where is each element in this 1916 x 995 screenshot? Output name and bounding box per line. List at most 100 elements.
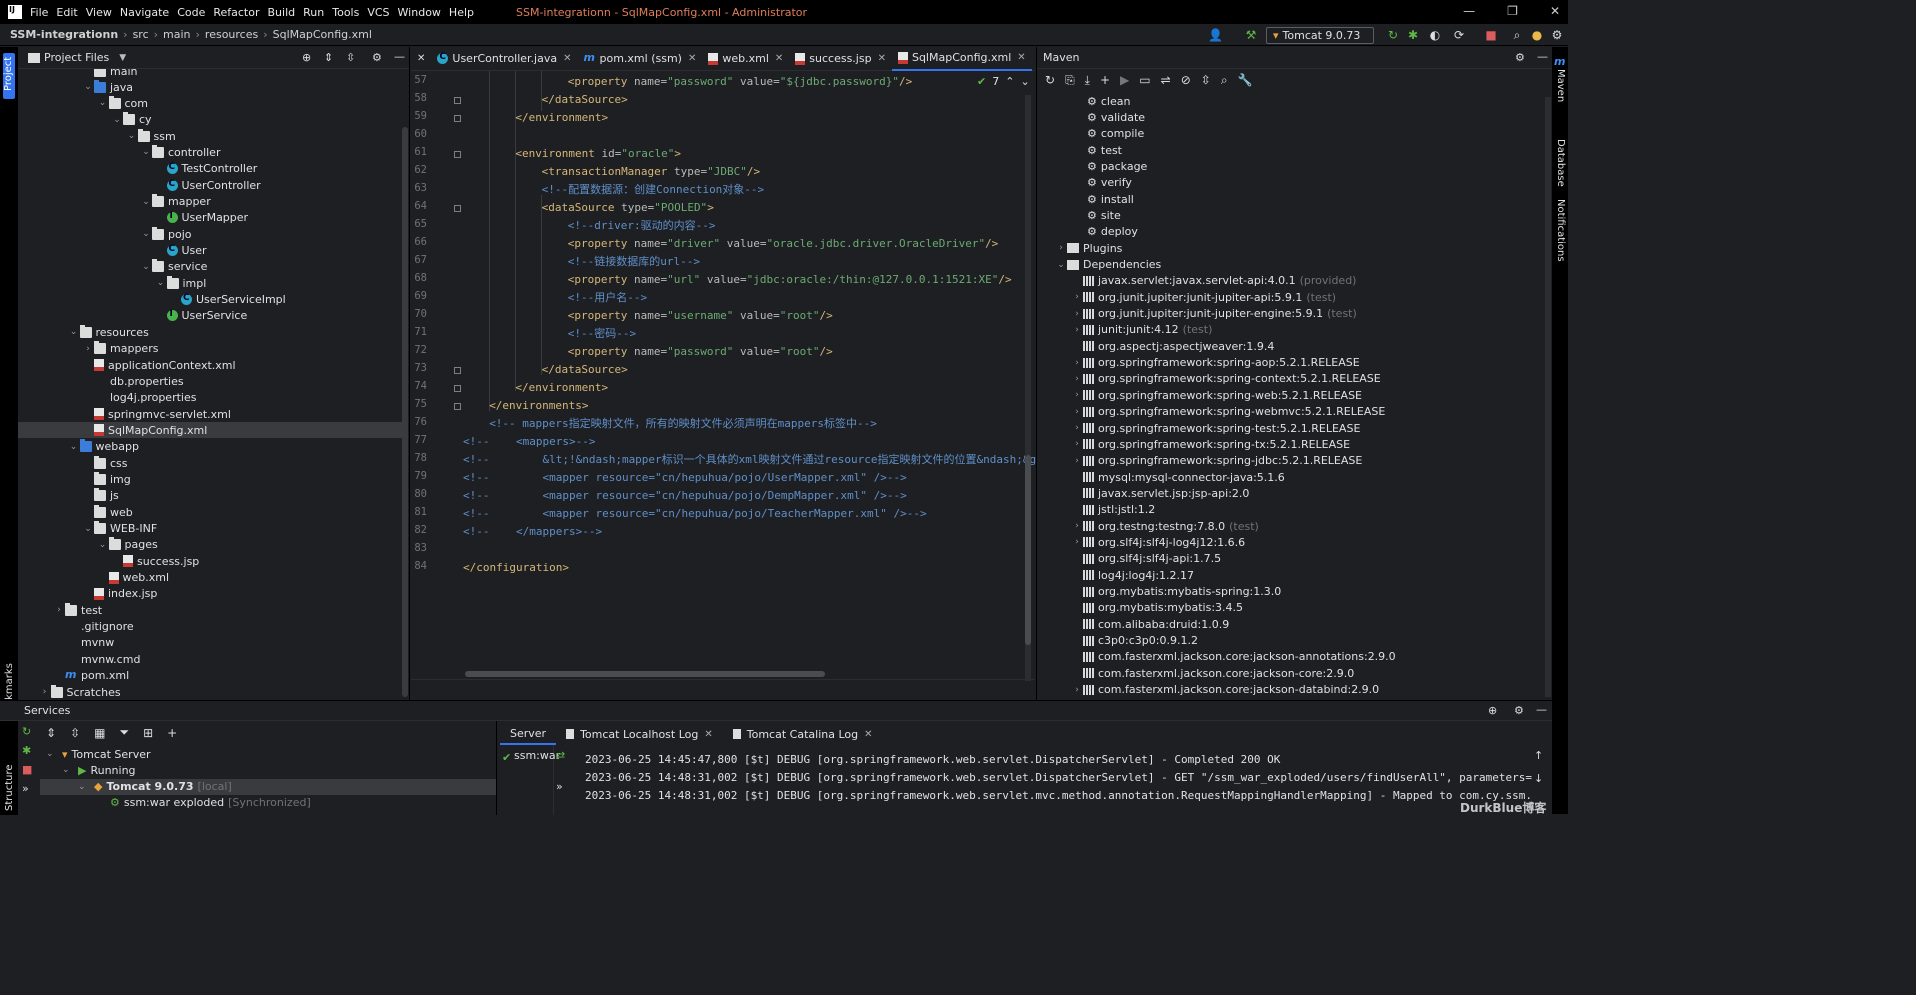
expanded-arrow-icon[interactable]: ⌄ [97,540,109,550]
menu-item-build[interactable]: Build [268,6,296,19]
project-tree-item[interactable]: › test [18,602,402,618]
restore-icon[interactable]: ❐ [1507,4,1518,18]
dependency-item[interactable]: com.fasterxml.jackson.core:jackson-annot… [1071,649,1396,665]
dependency-item[interactable]: org.mybatis:mybatis:3.4.5 [1071,600,1243,616]
dependency-item[interactable]: › org.springframework:spring-tx:5.2.1.REL… [1071,436,1350,452]
log-output[interactable]: 2023-06-25 14:45:47,800 [$t] DEBUG [org.… [0,745,1532,815]
menu-item-refactor[interactable]: Refactor [213,6,259,19]
breadcrumb-item[interactable]: main [163,28,190,41]
lifecycle-goal[interactable]: ⚙ test [1087,142,1122,158]
collapsed-arrow-icon[interactable]: › [1071,358,1083,368]
close-tab-icon[interactable]: ✕ [1017,52,1025,63]
fold-marker-icon[interactable] [454,115,461,122]
dependency-item[interactable]: › junit:junit:4.12 (test) [1071,322,1212,338]
search-icon[interactable]: ⌕ [1510,28,1524,42]
collapsed-arrow-icon[interactable]: › [1071,521,1083,531]
project-tree-item[interactable]: db.properties [18,373,402,389]
services-hide-icon[interactable]: — [1536,703,1547,716]
project-tree-item[interactable]: TestController [18,161,402,177]
dependency-item[interactable]: com.fasterxml.jackson.core:jackson-core:… [1071,665,1354,681]
dependency-item[interactable]: › com.fasterxml.jackson.core:jackson-data… [1071,682,1379,698]
menu-item-file[interactable]: File [30,6,48,19]
add-icon[interactable]: + [1100,73,1110,87]
project-tree-item[interactable]: UserService [18,308,402,324]
menu-item-edit[interactable]: Edit [56,6,77,19]
collapsed-arrow-icon[interactable]: › [1071,439,1083,449]
dependency-item[interactable]: org.mybatis:mybatis-spring:1.3.0 [1071,584,1281,600]
close-window-icon[interactable]: ✕ [1550,4,1560,18]
expanded-arrow-icon[interactable]: ⌄ [68,442,80,452]
dependency-item[interactable]: c3p0:c3p0:0.9.1.2 [1071,633,1198,649]
maven-hide-icon[interactable]: — [1537,50,1548,63]
project-tree-item[interactable]: ⌄ cy [18,112,402,128]
dependency-item[interactable]: › org.springframework:spring-context:5.2.… [1071,371,1381,387]
expanded-arrow-icon[interactable]: ⌄ [140,229,152,239]
menu-item-vcs[interactable]: VCS [367,6,389,19]
project-tree-item[interactable]: web [18,504,402,520]
generate-sources-icon[interactable]: ⎘ [1065,73,1075,88]
expand-icon[interactable]: ⇕ [46,726,56,740]
project-tree-item[interactable]: springmvc-servlet.xml [18,406,402,422]
services-rerun-icon[interactable]: ↻ [22,725,32,738]
editor-tab[interactable]: success.jsp ✕ [789,47,892,71]
project-tree-item[interactable]: UserController [18,177,402,193]
menu-item-tools[interactable]: Tools [332,6,359,19]
expanded-arrow-icon[interactable]: ⌄ [1055,260,1067,270]
prev-highlight-icon[interactable]: ⌃ [1005,75,1014,88]
collapse-services-icon[interactable]: ⇳ [70,726,80,740]
scroll-up-icon[interactable]: ↑ [1534,749,1543,762]
updates-icon[interactable]: ● [1530,28,1544,42]
collapsed-arrow-icon[interactable]: › [1071,374,1083,384]
project-tree-item[interactable]: web.xml [18,570,402,586]
project-tree-item[interactable]: ⌄ service [18,259,402,275]
project-tree-item[interactable]: ⌄ WEB-INF [18,521,402,537]
dependency-item[interactable]: › org.junit.jupiter:junit-jupiter-engine:… [1071,306,1357,322]
collapsed-arrow-icon[interactable]: › [53,605,65,615]
services-tab[interactable]: Tomcat Localhost Log ✕ [556,723,723,745]
project-scrollbar[interactable] [402,127,408,697]
expanded-arrow-icon[interactable]: ⌄ [140,197,152,207]
maven-tool-icon[interactable]: m [1554,55,1565,68]
editor-tab[interactable]: m pom.xml (ssm) ✕ [578,47,703,71]
minimize-icon[interactable]: — [1463,4,1475,18]
project-tree-item[interactable]: › Scratches [18,684,402,699]
project-tree-item[interactable]: mvnw [18,635,402,651]
menu-item-view[interactable]: View [86,6,112,19]
database-tool-label[interactable]: Database [1555,139,1566,187]
inspection-widget[interactable]: ✔ 7 ⌃ ⌄ [977,75,1030,88]
rerun-icon[interactable]: ↻ [1386,28,1400,42]
fold-marker-icon[interactable] [454,97,461,104]
project-tree-item[interactable]: log4j.properties [18,390,402,406]
lifecycle-goal[interactable]: ⚙ package [1087,158,1147,174]
project-tree-item[interactable]: ⌄ java [18,79,402,95]
code-area[interactable]: <property name="password" value="${jdbc.… [463,71,1036,681]
collapsed-arrow-icon[interactable]: › [39,687,51,697]
editor-tab[interactable]: UserController.java ✕ [431,47,577,71]
expanded-arrow-icon[interactable]: ⌄ [111,115,123,125]
project-tree-item[interactable]: ⌄ resources [18,324,402,340]
collapsed-arrow-icon[interactable]: › [1071,456,1083,466]
collapsed-arrow-icon[interactable]: › [1071,423,1083,433]
project-tree-item[interactable]: ⌄ com [18,95,402,111]
debug-icon[interactable]: ✱ [1406,28,1420,42]
editor-vertical-scrollbar[interactable] [1025,95,1031,681]
locate-icon[interactable]: ⊕ [302,51,311,64]
collapsed-arrow-icon[interactable]: › [1071,325,1083,335]
lifecycle-goal[interactable]: ⚙ deploy [1087,224,1138,240]
collapsed-arrow-icon[interactable]: › [1071,407,1083,417]
build-hammer-icon[interactable]: ⚒ [1244,28,1258,42]
maven-node[interactable]: ⌄ Dependencies [1055,257,1161,273]
menu-item-help[interactable]: Help [449,6,474,19]
expanded-arrow-icon[interactable]: ⌄ [126,131,138,141]
editor-tab[interactable]: web.xml ✕ [702,47,789,71]
expanded-arrow-icon[interactable]: ⌄ [97,98,109,108]
next-highlight-icon[interactable]: ⌄ [1020,75,1029,88]
project-tree-item[interactable]: ⌄ webapp [18,439,402,455]
breadcrumb-item[interactable]: SqlMapConfig.xml [273,28,372,41]
expanded-arrow-icon[interactable]: ⌄ [82,524,94,534]
project-tree-item[interactable]: index.jsp [18,586,402,602]
editor-tab[interactable]: SqlMapConfig.xml ✕ [891,46,1032,71]
services-gear-icon[interactable]: ⚙ [1514,704,1524,717]
expanded-arrow-icon[interactable]: ⌄ [155,278,167,288]
add-service-icon[interactable]: + [167,726,177,740]
